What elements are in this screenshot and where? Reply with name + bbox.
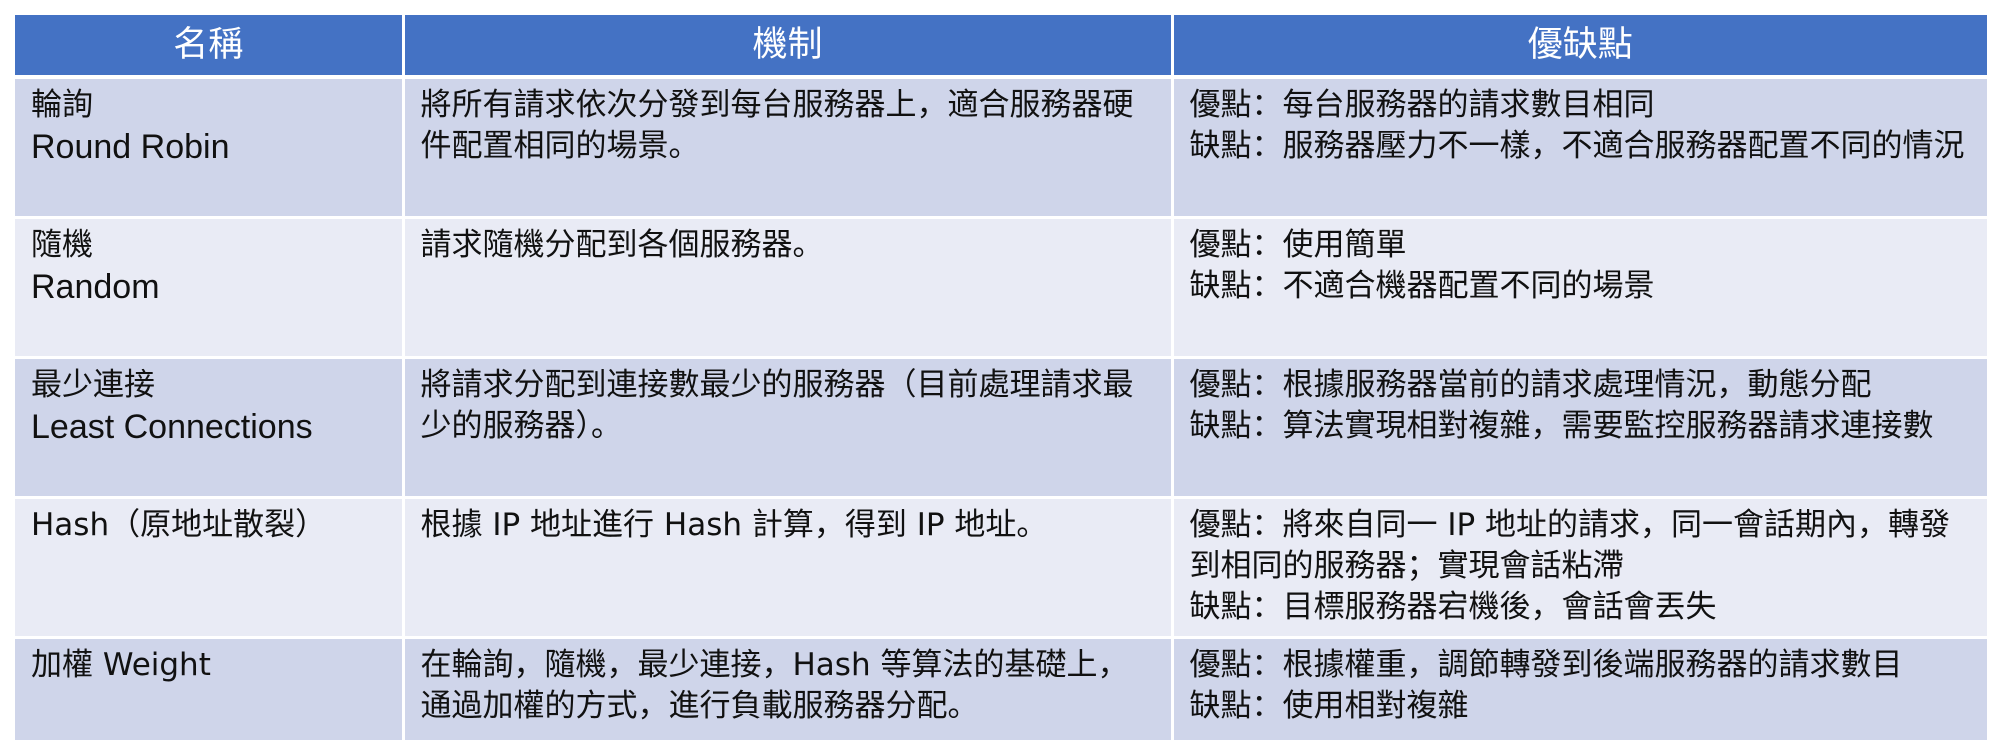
cons-text: 缺點：服務器壓力不一樣，不適合服務器配置不同的情況: [1189, 128, 1965, 164]
cons-text: 缺點：目標服務器宕機後，會話會丟失: [1189, 589, 1717, 625]
cell-mechanism: 請求隨機分配到各個服務器。: [403, 217, 1174, 359]
mechanism-text: 請求隨機分配到各個服務器。: [420, 227, 824, 263]
name-en: Random: [31, 268, 160, 306]
pros-text: 優點：每台服務器的請求數目相同: [1189, 87, 1655, 123]
pros-text: 優點：根據權重，調節轉發到後端服務器的請求數目: [1189, 647, 1903, 683]
cell-pros-cons: 優點：根據權重，調節轉發到後端服務器的請求數目 缺點：使用相對複雜: [1172, 637, 1987, 743]
cell-mechanism: 在輪詢，隨機，最少連接，Hash 等算法的基礎上，通過加權的方式，進行負載服務器…: [403, 637, 1174, 743]
mechanism-text: 在輪詢，隨機，最少連接，Hash 等算法的基礎上，通過加權的方式，進行負載服務器…: [420, 647, 1129, 724]
name-en: Round Robin: [31, 128, 230, 166]
mechanism-text: 將所有請求依次分發到每台服務器上，適合服務器硬件配置相同的場景。: [420, 87, 1134, 164]
pros-text: 優點：使用簡單: [1189, 227, 1407, 263]
cons-text: 缺點：使用相對複雜: [1189, 688, 1469, 724]
load-balancing-table-container: 名稱 機制 優缺點 輪詢 Round Robin 將所有請求依次分發到每台服務器…: [15, 15, 1987, 743]
cell-mechanism: 根據 IP 地址進行 Hash 計算，得到 IP 地址。: [403, 497, 1174, 639]
name-zh: 加權 Weight: [31, 647, 211, 683]
cell-name: 輪詢 Round Robin: [15, 77, 405, 219]
table-row: Hash（原地址散裂） 根據 IP 地址進行 Hash 計算，得到 IP 地址。…: [15, 497, 1987, 639]
pros-text: 優點：根據服務器當前的請求處理情況，動態分配: [1189, 367, 1872, 403]
name-zh: Hash（原地址散裂）: [31, 507, 327, 543]
cons-text: 缺點：算法實現相對複雜，需要監控服務器請求連接數: [1189, 408, 1934, 444]
cell-name: 最少連接 Least Connections: [15, 357, 405, 499]
cell-name: Hash（原地址散裂）: [15, 497, 405, 639]
table-row: 輪詢 Round Robin 將所有請求依次分發到每台服務器上，適合服務器硬件配…: [15, 77, 1987, 219]
pros-text: 優點：將來自同一 IP 地址的請求，同一會話期內，轉發到相同的服務器；實現會話粘…: [1189, 507, 1951, 584]
load-balancing-table: 名稱 機制 優缺點 輪詢 Round Robin 將所有請求依次分發到每台服務器…: [15, 15, 1987, 743]
mechanism-text: 將請求分配到連接數最少的服務器（目前處理請求最少的服務器）。: [420, 367, 1134, 444]
cell-mechanism: 將所有請求依次分發到每台服務器上，適合服務器硬件配置相同的場景。: [403, 77, 1174, 219]
cell-mechanism: 將請求分配到連接數最少的服務器（目前處理請求最少的服務器）。: [403, 357, 1174, 499]
cell-name: 隨機 Random: [15, 217, 405, 359]
table-header-row: 名稱 機制 優缺點: [15, 15, 1987, 79]
cons-text: 缺點：不適合機器配置不同的場景: [1189, 268, 1655, 304]
header-mechanism: 機制: [403, 15, 1174, 79]
header-pros-cons: 優缺點: [1172, 15, 1987, 79]
table-row: 最少連接 Least Connections 將請求分配到連接數最少的服務器（目…: [15, 357, 1987, 499]
cell-pros-cons: 優點：使用簡單 缺點：不適合機器配置不同的場景: [1172, 217, 1987, 359]
cell-pros-cons: 優點：根據服務器當前的請求處理情況，動態分配 缺點：算法實現相對複雜，需要監控服…: [1172, 357, 1987, 499]
cell-pros-cons: 優點：每台服務器的請求數目相同 缺點：服務器壓力不一樣，不適合服務器配置不同的情…: [1172, 77, 1987, 219]
name-en: Least Connections: [31, 408, 313, 446]
mechanism-text: 根據 IP 地址進行 Hash 計算，得到 IP 地址。: [420, 507, 1048, 543]
table-row: 加權 Weight 在輪詢，隨機，最少連接，Hash 等算法的基礎上，通過加權的…: [15, 637, 1987, 743]
cell-pros-cons: 優點：將來自同一 IP 地址的請求，同一會話期內，轉發到相同的服務器；實現會話粘…: [1172, 497, 1987, 639]
name-zh: 隨機: [31, 227, 93, 263]
name-zh: 輪詢: [31, 87, 93, 123]
table-row: 隨機 Random 請求隨機分配到各個服務器。 優點：使用簡單 缺點：不適合機器…: [15, 217, 1987, 359]
header-name: 名稱: [15, 15, 405, 79]
name-zh: 最少連接: [31, 367, 155, 403]
cell-name: 加權 Weight: [15, 637, 405, 743]
